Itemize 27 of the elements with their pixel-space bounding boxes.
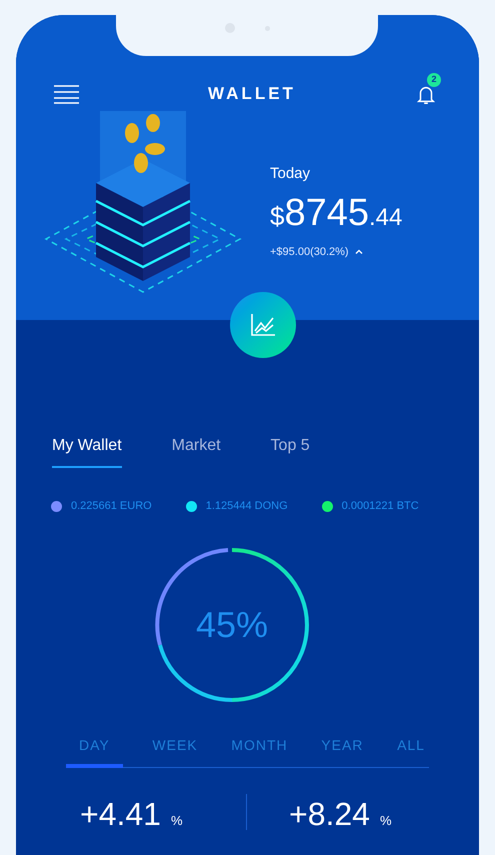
currency-symbol: $ xyxy=(270,200,284,232)
donut-value: 45% xyxy=(196,606,268,642)
wallet-tab[interactable]: Top 5 xyxy=(270,434,310,468)
legend-label: 0.0001221 BTC xyxy=(342,499,419,514)
period-tab[interactable]: MONTH xyxy=(227,734,292,768)
legend-label: 1.125444 DONG xyxy=(206,499,288,514)
stat-unit: % xyxy=(380,812,392,830)
bell-icon[interactable] xyxy=(414,84,437,106)
menu-icon[interactable] xyxy=(54,84,79,104)
balance-change: +$95.00(30.2%) xyxy=(270,244,349,260)
period-tab[interactable]: DAY xyxy=(66,734,123,768)
stat-value: +8.24 xyxy=(289,798,370,830)
stat-unit: % xyxy=(170,812,183,830)
balance-decimal: .44 xyxy=(369,202,402,232)
caret-up-icon xyxy=(354,249,363,254)
period-tab[interactable]: YEAR xyxy=(317,734,368,768)
period-tab[interactable]: ALL xyxy=(393,734,429,768)
balance-amount: 8745 xyxy=(284,194,370,232)
line-chart-icon xyxy=(250,313,276,337)
period-tab[interactable]: WEEK xyxy=(148,734,202,768)
notification-badge: 2 xyxy=(426,73,441,87)
balance-label: Today xyxy=(270,164,312,184)
legend-label: 0.225661 EURO xyxy=(71,499,152,514)
wallet-tab[interactable]: My Wallet xyxy=(52,434,122,468)
wallet-tab[interactable]: Market xyxy=(172,434,221,468)
stat-value: +4.41 xyxy=(80,798,161,830)
screen-title: WALLET xyxy=(208,83,296,106)
